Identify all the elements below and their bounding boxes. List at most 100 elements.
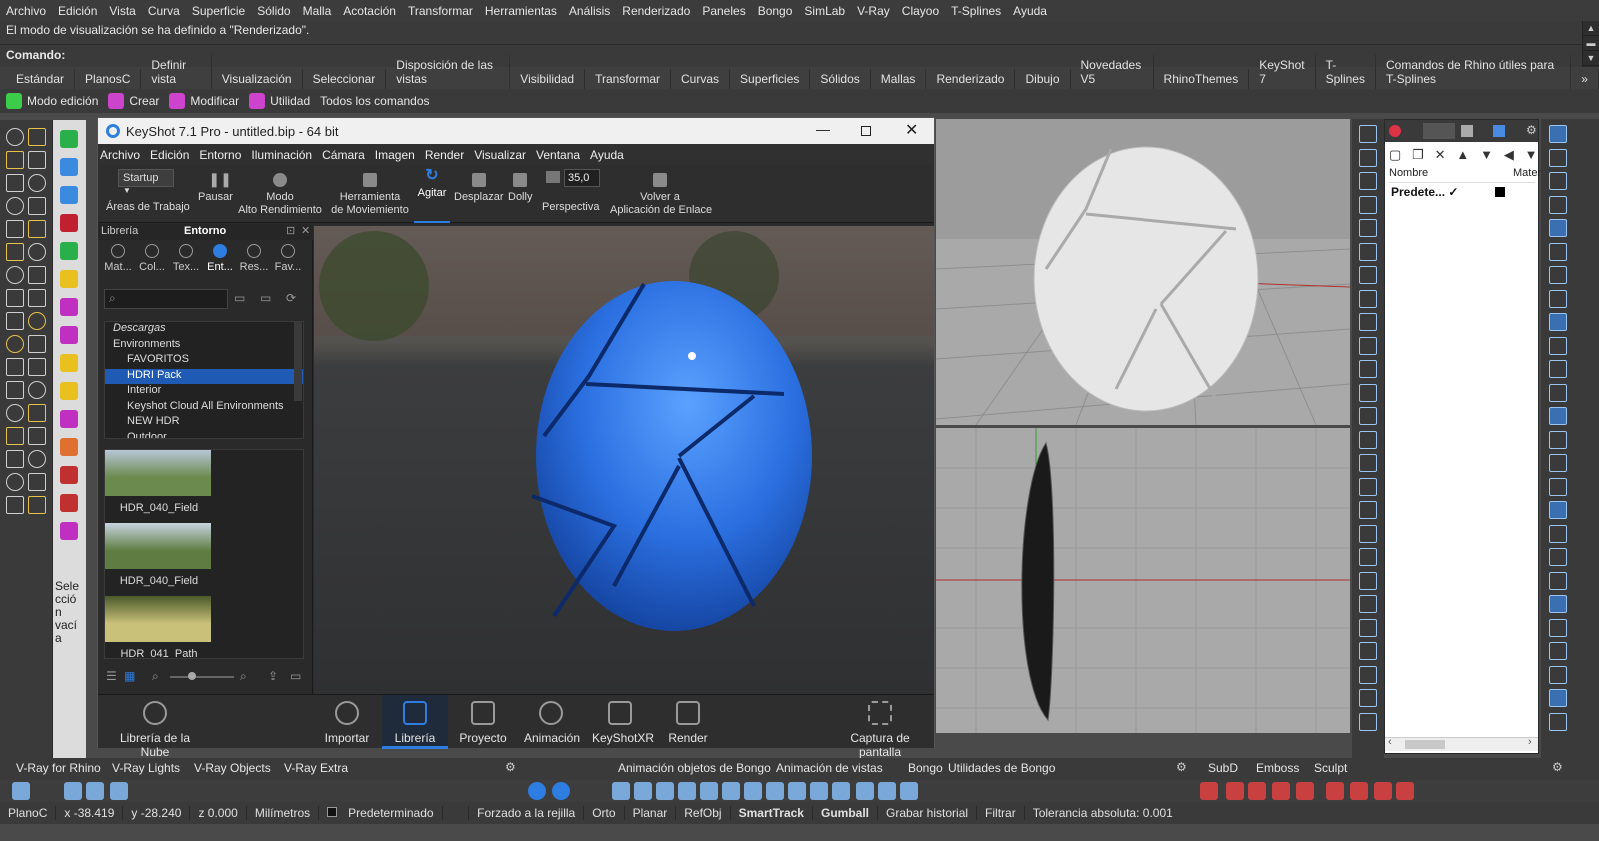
upload-icon[interactable]: ⇪ bbox=[268, 669, 278, 683]
render-tool-icon[interactable] bbox=[1549, 571, 1567, 590]
right-tool-icon[interactable] bbox=[1359, 477, 1377, 496]
environment-thumbnail[interactable]: HDR_040_Field bbox=[105, 523, 213, 595]
render-tool-icon[interactable] bbox=[1549, 148, 1567, 167]
tool-icon[interactable] bbox=[6, 266, 24, 284]
gumball-toggle[interactable]: Gumball bbox=[813, 806, 878, 820]
record-history-toggle[interactable]: Grabar historial bbox=[878, 806, 978, 820]
right-tool-icon[interactable] bbox=[1359, 195, 1377, 214]
tsplines-tool-icon[interactable] bbox=[60, 382, 78, 400]
tool-icon[interactable] bbox=[6, 289, 24, 307]
tsplines-tool-icon[interactable] bbox=[60, 186, 78, 204]
bottom-tool-icon[interactable] bbox=[678, 782, 696, 800]
tree-item[interactable]: HDRI Pack bbox=[105, 368, 303, 384]
bottom-tool-icon[interactable] bbox=[1200, 782, 1218, 800]
tool-icon[interactable] bbox=[28, 335, 46, 353]
move-down-icon[interactable]: ▼ bbox=[1480, 147, 1493, 162]
new-layer-icon[interactable]: ▢ bbox=[1389, 147, 1401, 162]
import-button[interactable]: Importar bbox=[322, 701, 372, 745]
cmdrow-button-2[interactable]: Modificar bbox=[169, 93, 239, 109]
units-status[interactable]: Milímetros bbox=[247, 806, 320, 820]
tool-icon[interactable] bbox=[28, 128, 46, 146]
bottom-tab[interactable]: V-Ray Lights bbox=[108, 761, 184, 775]
tab-15[interactable]: RhinoThemes bbox=[1154, 69, 1250, 89]
cmdrow-button-1[interactable]: Crear bbox=[108, 93, 159, 109]
render-tool-icon[interactable] bbox=[1549, 219, 1567, 237]
right-tool-icon[interactable] bbox=[1359, 266, 1377, 284]
cmdrow-button-4[interactable]: Todos los comandos bbox=[320, 94, 429, 108]
import-folder-icon[interactable]: ▭ bbox=[290, 669, 301, 683]
tool-icon[interactable] bbox=[28, 243, 46, 261]
ks-menu-4[interactable]: Cámara bbox=[322, 148, 365, 162]
tsplines-tool-icon[interactable] bbox=[60, 214, 78, 232]
bottom-tool-icon[interactable] bbox=[856, 782, 874, 800]
perspective-button[interactable]: Perspectiva bbox=[542, 201, 599, 214]
bottom-tool-icon[interactable] bbox=[612, 782, 630, 800]
move-up-icon[interactable]: ▲ bbox=[1456, 147, 1469, 162]
right-tool-icon[interactable] bbox=[1359, 501, 1377, 519]
tool-icon[interactable] bbox=[28, 496, 46, 514]
render-tool-icon[interactable] bbox=[1549, 360, 1567, 378]
tsplines-tool-icon[interactable] bbox=[60, 270, 78, 288]
render-tool-icon[interactable] bbox=[1549, 501, 1567, 519]
bottom-tool-icon[interactable] bbox=[810, 782, 828, 800]
render-tool-icon[interactable] bbox=[1549, 595, 1567, 613]
right-tool-icon[interactable] bbox=[1359, 618, 1377, 637]
ks-menu-0[interactable]: Archivo bbox=[100, 148, 140, 162]
ks-menu-2[interactable]: Entorno bbox=[199, 148, 241, 162]
tool-icon[interactable] bbox=[28, 450, 46, 468]
gear-icon[interactable]: ⚙ bbox=[1526, 123, 1537, 137]
help-tab-icon[interactable] bbox=[1493, 125, 1505, 137]
tsplines-tool-icon[interactable] bbox=[60, 438, 78, 456]
folder-add-icon[interactable]: ▭ bbox=[260, 291, 271, 305]
tab-13[interactable]: Dibujo bbox=[1015, 69, 1071, 89]
tree-item[interactable]: Keyshot Cloud All Environments bbox=[105, 400, 303, 416]
performance-mode-button[interactable]: Modo Alto Rendimiento bbox=[236, 173, 324, 217]
cplane-status[interactable]: PlanoC bbox=[0, 806, 57, 820]
layer-row[interactable]: Predete... ✓ bbox=[1391, 185, 1535, 199]
zoom-out-icon[interactable]: ⌕ bbox=[152, 669, 159, 684]
fov-input[interactable]: 35,0 bbox=[564, 169, 600, 187]
delete-icon[interactable]: ✕ bbox=[1435, 147, 1446, 162]
tool-icon[interactable] bbox=[28, 358, 46, 376]
tool-icon[interactable] bbox=[6, 335, 24, 353]
layer-status[interactable]: Predeterminado bbox=[319, 806, 470, 820]
workspace-select[interactable]: Startup ▼ bbox=[118, 169, 174, 195]
bottom-tool-icon[interactable] bbox=[788, 782, 806, 800]
bottom-tab[interactable]: Animación de vistas bbox=[772, 761, 887, 775]
render-tool-icon[interactable] bbox=[1549, 454, 1567, 472]
render-tool-icon[interactable] bbox=[1549, 548, 1567, 566]
render-tool-icon[interactable] bbox=[1549, 477, 1567, 496]
osnap-toggle[interactable]: RefObj bbox=[676, 806, 731, 820]
right-tool-icon[interactable] bbox=[1359, 548, 1377, 566]
tool-icon[interactable] bbox=[6, 151, 24, 169]
bottom-tool-icon[interactable] bbox=[552, 782, 570, 800]
bottom-tool-icon[interactable] bbox=[12, 782, 30, 800]
materials-tab[interactable] bbox=[1423, 123, 1455, 139]
bottom-tab[interactable]: V-Ray Extra bbox=[280, 761, 352, 775]
menu-16[interactable]: Clayoo bbox=[902, 4, 939, 18]
render-tool-icon[interactable] bbox=[1549, 172, 1567, 190]
category-1[interactable]: Col... bbox=[136, 242, 168, 273]
menu-2[interactable]: Vista bbox=[109, 4, 135, 18]
workspaces-button[interactable]: Áreas de Trabajo bbox=[106, 201, 190, 214]
tab-5[interactable]: Disposición de las vistas bbox=[386, 55, 511, 89]
dolly-button[interactable]: Dolly bbox=[508, 173, 532, 204]
minimize-icon[interactable]: — bbox=[816, 121, 830, 137]
pause-button[interactable]: ❚❚ Pausar bbox=[198, 172, 233, 204]
ks-menu-6[interactable]: Render bbox=[425, 148, 464, 162]
animation-button[interactable]: Animación bbox=[524, 701, 580, 745]
tool-icon[interactable] bbox=[6, 473, 24, 491]
bottom-tool-icon[interactable] bbox=[1226, 782, 1244, 800]
category-3[interactable]: Ent... bbox=[204, 242, 236, 273]
tsplines-tool-icon[interactable] bbox=[60, 158, 78, 176]
ks-menu-9[interactable]: Ayuda bbox=[590, 148, 624, 162]
tab-6[interactable]: Visibilidad bbox=[510, 69, 586, 89]
right-tool-icon[interactable] bbox=[1359, 125, 1377, 143]
tsplines-tool-icon[interactable] bbox=[60, 522, 78, 540]
environment-thumbnail[interactable]: HDR_040_Field bbox=[105, 450, 213, 522]
cmdrow-button-0[interactable]: Modo edición bbox=[6, 93, 98, 109]
right-tool-icon[interactable] bbox=[1359, 313, 1377, 331]
menu-1[interactable]: Edición bbox=[58, 4, 97, 18]
right-tool-icon[interactable] bbox=[1359, 242, 1377, 261]
bottom-tool-icon[interactable] bbox=[1326, 782, 1344, 800]
